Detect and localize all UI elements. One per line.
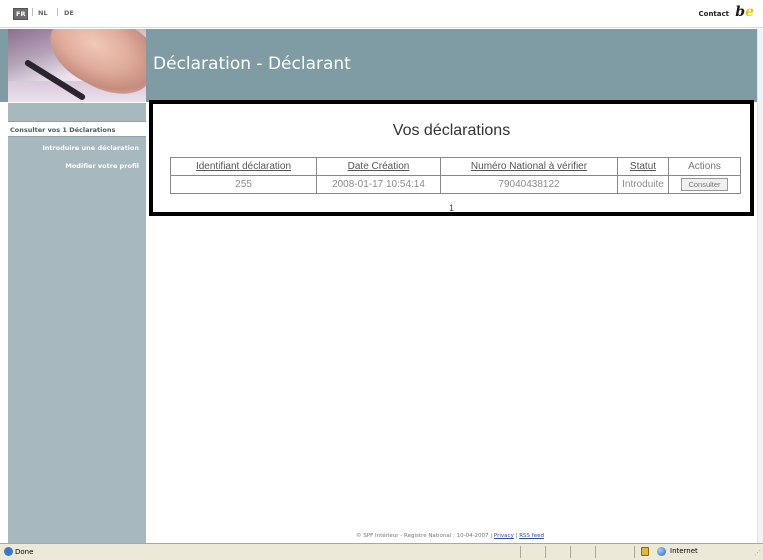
cell-status: Introduite (617, 175, 669, 194)
page-icon (4, 547, 13, 556)
column-header-actions: Actions (668, 157, 741, 176)
footer-copyright: © SPF Intérieur - Registre National : 10… (356, 533, 489, 539)
column-header-id[interactable]: Identifiant déclaration (170, 157, 317, 176)
cell-national-number: 79040438122 (440, 175, 618, 194)
security-zone-label: Internet (670, 547, 698, 555)
page-title: Déclaration - Déclarant (153, 54, 351, 74)
sidebar-item-edit-profile[interactable]: Modifier votre profil (8, 158, 146, 174)
declarations-panel: Vos déclarations Identifiant déclaration… (149, 100, 754, 216)
column-header-date[interactable]: Date Création (316, 157, 441, 176)
cell-date: 2008-01-17 10:54:14 (316, 175, 441, 194)
column-header-national-number[interactable]: Numéro National à vérifier (440, 157, 618, 176)
footer-separator: | (515, 533, 518, 539)
sidebar-item-new-declaration[interactable]: Introduire une déclaration (8, 140, 146, 156)
status-divider (520, 546, 521, 558)
globe-icon (657, 547, 666, 556)
language-fr-link[interactable]: FR (13, 8, 29, 20)
privacy-link[interactable]: Privacy (494, 533, 514, 539)
browser-status-bar: Done Internet ⋰ (0, 543, 763, 560)
be-logo-e: e (745, 4, 754, 20)
cell-actions: Consulter (668, 175, 741, 194)
declarations-table: Identifiant déclaration Date Création Nu… (170, 157, 741, 194)
be-logo-b: b (735, 4, 746, 20)
language-bar: FR NL DE Contact be (0, 0, 763, 28)
contact-link[interactable]: Contact (699, 10, 730, 18)
sidebar: Consulter vos 1 Déclarations Introduire … (8, 103, 146, 543)
status-divider (595, 546, 596, 558)
rss-feed-link[interactable]: RSS feed (519, 533, 544, 539)
footer-separator: | (490, 533, 493, 539)
status-divider (545, 546, 546, 558)
language-separator (57, 8, 58, 16)
resize-grip-icon[interactable]: ⋰ (754, 549, 761, 557)
declarations-heading: Vos déclarations (392, 122, 511, 139)
consult-button[interactable]: Consulter (681, 178, 728, 191)
column-header-status[interactable]: Statut (617, 157, 669, 176)
pagination-page-1[interactable]: 1 (153, 203, 750, 213)
lock-icon (641, 547, 649, 556)
language-de-link[interactable]: DE (64, 9, 74, 17)
sidebar-item-consult-declarations[interactable]: Consulter vos 1 Déclarations (8, 121, 146, 137)
language-separator (32, 8, 33, 16)
language-nl-link[interactable]: NL (38, 9, 48, 17)
vertical-scrollbar[interactable] (757, 29, 763, 543)
table-header-row: Identifiant déclaration Date Création Nu… (170, 157, 741, 176)
cell-id: 255 (170, 175, 317, 194)
status-divider (634, 546, 635, 558)
footer: © SPF Intérieur - Registre National : 10… (150, 533, 750, 539)
status-text: Done (4, 547, 33, 556)
banner-hand-writing-photo (8, 29, 146, 102)
status-divider (570, 546, 571, 558)
status-label: Done (15, 548, 34, 556)
be-logo[interactable]: be (735, 4, 754, 20)
table-row: 255 2008-01-17 10:54:14 79040438122 Intr… (170, 175, 741, 194)
